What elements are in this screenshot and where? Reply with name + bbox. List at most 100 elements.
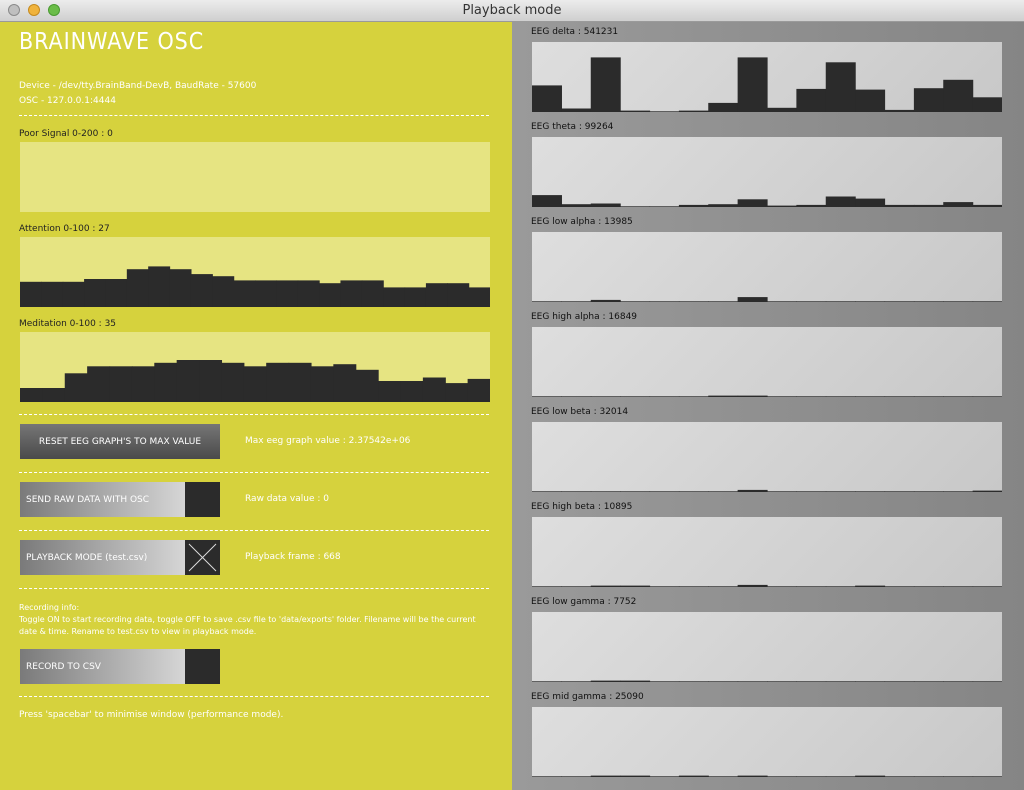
graph-bar [468,287,490,307]
graph-bar [590,585,621,587]
eeg-band-graph [532,327,1003,397]
graph-bar [796,204,827,207]
graph-bar [884,776,915,777]
graph-svg [532,297,1003,302]
graph-bar [425,283,448,307]
graph-bar [105,279,128,307]
graph-bar [678,681,709,682]
graph-bar [649,301,680,302]
eeg-band-label: EEG high alpha : 16849 [531,312,638,322]
graph-bar [737,775,768,777]
graph-bar [288,362,312,402]
graph-bar [767,301,797,302]
graph-bar [708,776,739,777]
graph-bar [649,491,680,492]
graph-svg [532,395,1003,397]
graph-bar [404,287,427,307]
divider [19,472,489,473]
graph-bar [825,586,856,587]
graph-bar [333,364,357,402]
graph-bar [913,396,944,397]
eeg-band-graph [532,612,1003,682]
graph-bar [561,396,592,397]
graph-bar [532,491,562,492]
record-to-csv-button[interactable]: RECORD TO CSV [20,649,185,684]
graph-bar [796,396,827,397]
graph-bar [678,110,709,112]
graph-svg [20,266,490,307]
graph-bar [532,586,562,587]
graph-bar [561,301,592,302]
meditation-label: Meditation 0-100 : 35 [19,319,117,329]
graph-bar [620,110,651,112]
graph-bar [855,585,886,587]
graph-bar [20,281,42,307]
graph-bar [447,283,470,307]
graph-bar [972,396,1003,397]
poor-signal-graph [20,142,490,212]
graph-bar [378,381,402,402]
reset-eeg-graphs-button[interactable]: RESET EEG GRAPH'S TO MAX VALUE [20,424,220,459]
graph-bar [884,396,915,397]
eeg-band-graph [532,422,1003,492]
graph-bar [561,681,592,682]
graph-bar [176,360,200,402]
graph-bar [276,280,299,307]
graph-bar [767,491,797,492]
graph-bar [708,102,739,112]
playback-mode-button[interactable]: PLAYBACK MODE (test.csv) [20,540,185,575]
graph-bar [884,586,915,587]
graph-bar [796,776,827,777]
graph-bar [84,279,107,307]
graph-bar [340,280,363,307]
graph-bar [767,776,797,777]
graph-svg [532,195,1003,207]
graph-bar [943,491,974,492]
eeg-band-label: EEG theta : 99264 [531,122,614,132]
graph-svg [20,360,490,402]
graph-bar [154,362,178,402]
graph-bar [310,366,334,402]
graph-bar [467,378,490,402]
graph-bar [41,281,64,307]
graph-bar [737,584,768,587]
graph-bar [561,586,592,587]
checked-x-icon [188,543,217,572]
graph-svg [532,489,1003,492]
graph-svg [532,57,1003,112]
divider [19,696,489,697]
divider [19,115,489,116]
record-to-csv-toggle[interactable] [185,649,220,684]
graph-bar [319,283,342,307]
graph-bar [561,491,592,492]
graph-bar [199,360,223,402]
graph-bar [796,491,827,492]
eeg-band-graph [532,517,1003,587]
graph-bar [190,274,213,307]
graph-bar [855,681,886,682]
graph-bar [855,198,886,207]
graph-bar [796,681,827,682]
graph-bar [855,301,886,302]
graph-bar [678,204,709,207]
graph-bar [972,204,1003,207]
graph-bar [126,269,149,307]
osc-info: OSC - 127.0.0.1:4444 [19,96,116,106]
graph-bar [297,280,320,307]
graph-bar [708,301,739,302]
graph-bar [737,57,768,112]
graph-bar [825,301,856,302]
graph-bar [532,195,562,207]
graph-bar [943,79,974,112]
graph-bar [561,204,592,207]
graph-bar [943,396,974,397]
graph-bar [943,301,974,302]
graph-bar [913,586,944,587]
send-raw-data-button[interactable]: SEND RAW DATA WITH OSC [20,482,185,517]
playback-mode-toggle[interactable] [185,540,220,575]
raw-data-value-text: Raw data value : 0 [245,494,329,504]
graph-bar [422,377,446,402]
graph-bar [796,88,827,112]
graph-bar [825,62,856,112]
send-raw-data-toggle[interactable] [185,482,220,517]
